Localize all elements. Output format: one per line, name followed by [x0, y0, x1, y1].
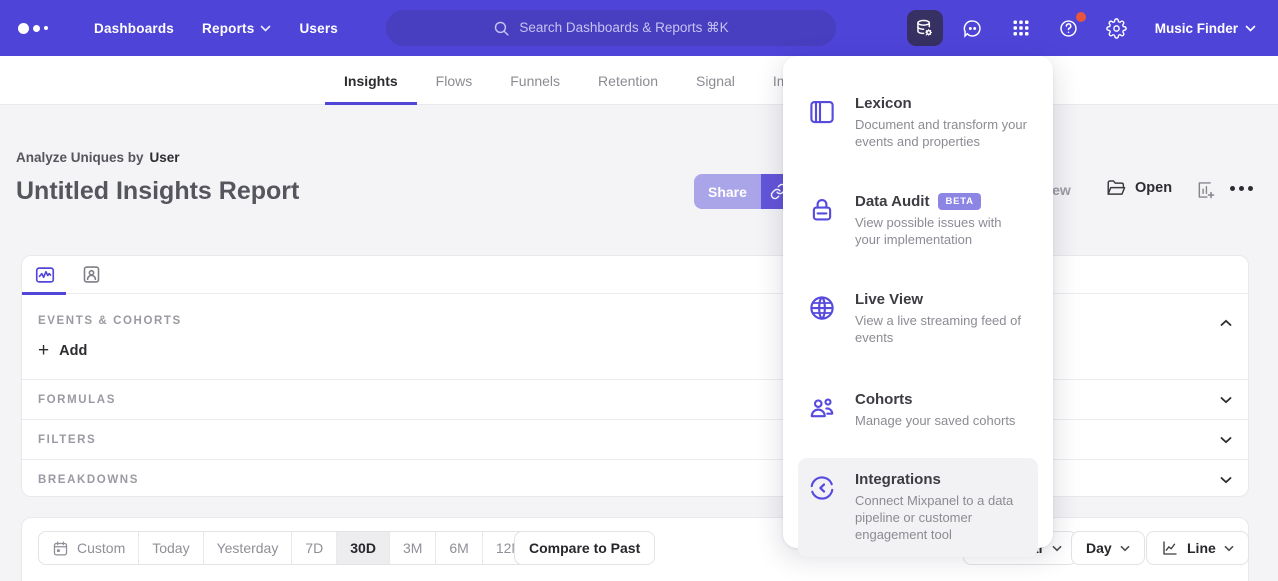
analysis-context: Analyze Uniques byUser [16, 150, 180, 165]
chevron-down-icon [1245, 25, 1256, 32]
metrics-icon [34, 264, 56, 286]
top-navigation-bar: Dashboards Reports Users Search Dashboar… [0, 0, 1278, 56]
builder-view-tabs [22, 256, 1248, 294]
compare-to-past-button[interactable]: Compare to Past [514, 531, 655, 565]
project-switcher[interactable]: Music Finder [1147, 21, 1264, 36]
apps-grid-icon[interactable] [1003, 10, 1039, 46]
share-label[interactable]: Share [694, 174, 761, 209]
range-yesterday[interactable]: Yesterday [204, 532, 293, 564]
range-3m[interactable]: 3M [390, 532, 436, 564]
range-30d[interactable]: 30D [337, 532, 390, 564]
mixpanel-logo-icon[interactable] [18, 23, 62, 34]
menu-item-data-audit[interactable]: Data Audit BETA View possible issues wit… [798, 180, 1038, 261]
tab-insights[interactable]: Insights [325, 56, 417, 105]
chevron-down-icon[interactable] [1220, 476, 1232, 484]
range-6m[interactable]: 6M [436, 532, 482, 564]
section-filters-header[interactable]: FILTERS [22, 420, 1248, 459]
tab-metrics-view[interactable] [22, 256, 68, 294]
settings-gear-icon[interactable] [1099, 10, 1135, 46]
integrations-sync-icon [807, 471, 839, 543]
report-type-tabbar: Insights Flows Funnels Retention Signal … [0, 56, 1278, 105]
menu-item-live-view[interactable]: Live View View a live streaming feed of … [798, 278, 1038, 359]
open-report-button[interactable]: Open [1106, 179, 1172, 197]
tab-flows[interactable]: Flows [417, 56, 492, 105]
data-management-icon[interactable] [907, 10, 943, 46]
tab-profiles-view[interactable] [68, 256, 114, 294]
lexicon-book-icon [807, 95, 839, 150]
nav-users[interactable]: Users [285, 0, 352, 56]
folder-icon [1106, 179, 1126, 197]
cohorts-people-icon [807, 391, 839, 429]
section-formulas-header[interactable]: FORMULAS [22, 380, 1248, 419]
analysis-entity[interactable]: User [150, 150, 180, 165]
feedback-icon[interactable] [955, 10, 991, 46]
section-breakdowns: BREAKDOWNS [22, 460, 1248, 499]
nav-reports[interactable]: Reports [188, 0, 285, 56]
section-formulas: FORMULAS [22, 380, 1248, 420]
section-events-header[interactable]: EVENTS & COHORTS [22, 294, 1248, 331]
nav-dashboards[interactable]: Dashboards [80, 0, 188, 56]
chevron-down-icon [260, 25, 271, 32]
section-events-cohorts: EVENTS & COHORTS + Add [22, 294, 1248, 380]
chart-controls-toolbar: Custom Today Yesterday 7D 30D 3M 6M 12M … [21, 517, 1249, 581]
profile-icon [81, 264, 102, 285]
range-7d[interactable]: 7D [292, 532, 337, 564]
section-breakdowns-header[interactable]: BREAKDOWNS [22, 460, 1248, 499]
chevron-down-icon [1224, 545, 1234, 552]
share-button[interactable]: Share [694, 174, 796, 209]
beta-badge: BETA [938, 193, 980, 210]
data-management-menu: Lexicon Document and transform your even… [783, 56, 1053, 548]
chevron-down-icon [1052, 545, 1062, 552]
globe-icon [807, 291, 839, 346]
chart-add-icon [1196, 180, 1216, 200]
chevron-down-icon [1120, 545, 1130, 552]
interval-dropdown[interactable]: Day [1071, 531, 1145, 565]
tab-funnels[interactable]: Funnels [491, 56, 579, 105]
line-chart-icon [1161, 539, 1179, 557]
app-window: Dashboards Reports Users Search Dashboar… [0, 0, 1278, 581]
range-custom[interactable]: Custom [39, 532, 139, 564]
chevron-up-icon[interactable] [1220, 319, 1232, 327]
chart-type-dropdown[interactable]: Line [1146, 531, 1249, 565]
section-filters: FILTERS [22, 420, 1248, 460]
more-options-button[interactable] [1230, 186, 1253, 191]
topnav-right-icons: Music Finder [907, 0, 1264, 56]
search-input[interactable]: Search Dashboards & Reports ⌘K [386, 10, 836, 46]
help-icon[interactable] [1051, 10, 1087, 46]
report-actions: Share New Open [0, 174, 1278, 210]
tab-signal[interactable]: Signal [677, 56, 754, 105]
chevron-down-icon[interactable] [1220, 436, 1232, 444]
add-event-button[interactable]: + Add [38, 341, 87, 360]
add-to-dashboard-button[interactable] [1196, 180, 1216, 205]
menu-item-lexicon[interactable]: Lexicon Document and transform your even… [798, 82, 1038, 163]
tab-retention[interactable]: Retention [579, 56, 677, 105]
events-add-row: + Add [22, 331, 1248, 380]
menu-item-integrations[interactable]: Integrations Connect Mixpanel to a data … [798, 458, 1038, 556]
insights-builder-panel: EVENTS & COHORTS + Add FORMULAS [21, 255, 1249, 497]
menu-item-cohorts[interactable]: Cohorts Manage your saved cohorts [798, 378, 1038, 442]
calendar-icon [52, 540, 69, 557]
range-today[interactable]: Today [139, 532, 203, 564]
notification-dot [1076, 12, 1086, 22]
data-audit-lock-icon [807, 193, 839, 248]
chevron-down-icon[interactable] [1220, 396, 1232, 404]
date-range-picker: Custom Today Yesterday 7D 30D 3M 6M 12M [38, 531, 537, 565]
plus-icon: + [38, 341, 49, 360]
search-icon [493, 20, 510, 37]
search-placeholder: Search Dashboards & Reports ⌘K [519, 20, 728, 36]
